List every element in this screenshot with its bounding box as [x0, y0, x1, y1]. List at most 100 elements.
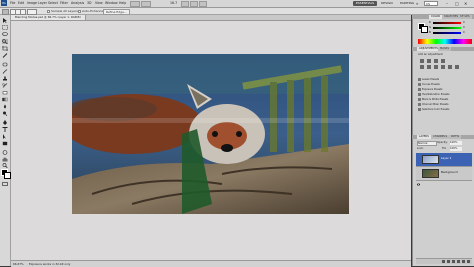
bridge-icon[interactable] [130, 1, 140, 7]
menu-help[interactable]: Help [119, 0, 126, 7]
workspace-painting[interactable]: PAINTING [397, 1, 417, 6]
levels-icon[interactable] [427, 59, 431, 63]
document-tab[interactable]: Blending Modes.psd @ 66.7% (Layer 1, RGB… [11, 15, 86, 20]
menu-window[interactable]: Window [105, 0, 118, 7]
blue-slider[interactable] [433, 32, 461, 34]
tab-adjustments[interactable]: ADJUSTMENTS [417, 47, 440, 51]
workspace-essentials[interactable]: ESSENTIALS [353, 1, 378, 6]
dodge-tool-icon[interactable] [2, 111, 8, 116]
green-value[interactable]: 0 [463, 26, 471, 30]
photo-filter-icon[interactable] [448, 65, 452, 69]
minibridge-icon[interactable] [141, 1, 151, 7]
preset-black-white[interactable]: Black & White Presets [418, 98, 472, 102]
tab-layers[interactable]: LAYERS [417, 135, 431, 139]
menu-filter[interactable]: Filter [60, 0, 68, 7]
color-spectrum-bar[interactable] [418, 39, 472, 44]
menu-image[interactable]: Image [27, 0, 37, 7]
hand-tool-icon[interactable] [2, 157, 8, 162]
green-slider[interactable] [433, 27, 461, 29]
menu-select[interactable]: Select [48, 0, 58, 7]
sample-all-layers-checkbox[interactable] [47, 10, 50, 13]
exposure-icon[interactable] [441, 59, 445, 63]
tab-styles[interactable]: STYLES [458, 15, 472, 19]
shape-tool-icon[interactable] [2, 141, 8, 146]
channel-mixer-icon[interactable] [455, 65, 459, 69]
curves-icon[interactable] [434, 59, 438, 63]
brightness-contrast-icon[interactable] [420, 59, 424, 63]
zoom-tool-icon[interactable] [2, 163, 8, 168]
gradient-tool-icon[interactable] [2, 97, 8, 102]
cs-live-button[interactable]: CS Live [424, 1, 438, 11]
tab-channels[interactable]: CHANNELS [431, 135, 450, 139]
history-brush-tool-icon[interactable] [2, 83, 8, 88]
minimize-icon[interactable]: – [446, 0, 448, 7]
path-selection-tool-icon[interactable] [2, 134, 8, 139]
menu-view[interactable]: View [95, 0, 103, 7]
quick-mask-mode-icon[interactable] [2, 182, 8, 186]
arrange-documents-icon[interactable] [190, 1, 198, 7]
black-white-icon[interactable] [441, 65, 445, 69]
hue-saturation-icon[interactable] [427, 65, 431, 69]
layer-mask-icon[interactable] [447, 260, 450, 263]
marquee-tool-icon[interactable] [2, 25, 8, 30]
preset-exposure[interactable]: Exposure Presets [418, 88, 472, 92]
red-value[interactable]: 0 [463, 21, 471, 25]
maximize-icon[interactable]: □ [455, 0, 459, 7]
menu-layer[interactable]: Layer [38, 0, 47, 7]
preset-selective-color[interactable]: Selective Color Presets [418, 108, 472, 112]
color-balance-icon[interactable] [434, 65, 438, 69]
menu-edit[interactable]: Edit [18, 0, 24, 7]
preset-hue-saturation[interactable]: Hue/Saturation Presets [418, 93, 472, 97]
eye-icon[interactable] [417, 171, 420, 186]
workspace-more-chevron-icon[interactable]: » [416, 0, 418, 7]
brush-tool-icon[interactable] [2, 69, 8, 74]
red-slider[interactable] [433, 22, 461, 24]
layer-row-layer-1[interactable]: Layer 1 [416, 153, 472, 172]
quick-selection-tool-icon-panel[interactable] [2, 39, 8, 44]
tab-paths[interactable]: PATHS [449, 135, 462, 139]
document-status[interactable]: Exposure works in 32-bit only [29, 261, 70, 267]
close-icon[interactable]: ✕ [464, 0, 467, 7]
tab-color[interactable]: COLOR [429, 15, 443, 19]
eyedropper-tool-icon[interactable] [2, 53, 8, 58]
vibrance-icon[interactable] [420, 65, 424, 69]
opacity-input[interactable]: 100% [450, 141, 462, 145]
auto-enhance-checkbox[interactable] [78, 10, 81, 13]
background-color-swatch[interactable] [4, 172, 11, 179]
hand-icon[interactable] [181, 1, 189, 7]
type-tool-icon[interactable] [2, 127, 8, 132]
trash-icon[interactable] [467, 260, 470, 263]
zoom-status[interactable]: 66.67% [13, 261, 27, 267]
adjustment-layer-icon[interactable] [452, 260, 455, 263]
new-layer-icon[interactable] [462, 260, 465, 263]
preset-levels[interactable]: Levels Presets [418, 78, 472, 82]
menu-analysis[interactable]: Analysis [71, 0, 84, 7]
pen-tool-icon[interactable] [2, 120, 8, 125]
folder-icon[interactable] [457, 260, 460, 263]
blur-tool-icon[interactable] [2, 104, 8, 109]
3d-rotate-tool-icon[interactable] [2, 150, 8, 155]
screen-mode-icon[interactable] [199, 1, 207, 7]
workspace-design[interactable]: DESIGN [378, 1, 396, 6]
canvas-image[interactable] [72, 54, 349, 214]
preset-channel-mixer[interactable]: Channel Mixer Presets [418, 103, 472, 107]
blue-value[interactable]: 0 [463, 31, 471, 35]
preset-curves[interactable]: Curves Presets [418, 83, 472, 87]
menu-3d[interactable]: 3D [87, 0, 91, 7]
menu-bar: Ps File Edit Image Layer Select Filter A… [0, 0, 474, 11]
layer-style-icon[interactable] [442, 260, 445, 263]
menu-file[interactable]: File [10, 0, 15, 7]
zoom-level-display[interactable]: 16.7 [170, 0, 177, 7]
eye-icon[interactable] [417, 157, 420, 172]
clone-stamp-tool-icon[interactable] [2, 76, 8, 81]
eraser-tool-icon[interactable] [2, 90, 8, 95]
lasso-tool-icon[interactable] [2, 32, 8, 37]
move-tool-icon[interactable] [2, 18, 8, 23]
crop-tool-icon[interactable] [2, 46, 8, 51]
blend-mode-select[interactable]: Normal [417, 141, 437, 146]
tab-masks[interactable]: MASKS [438, 47, 452, 51]
healing-brush-tool-icon[interactable] [2, 62, 8, 67]
fill-input[interactable]: 100% [450, 147, 462, 151]
layer-row-background[interactable]: Background [416, 167, 472, 186]
color-panel-background-swatch[interactable] [421, 26, 428, 33]
